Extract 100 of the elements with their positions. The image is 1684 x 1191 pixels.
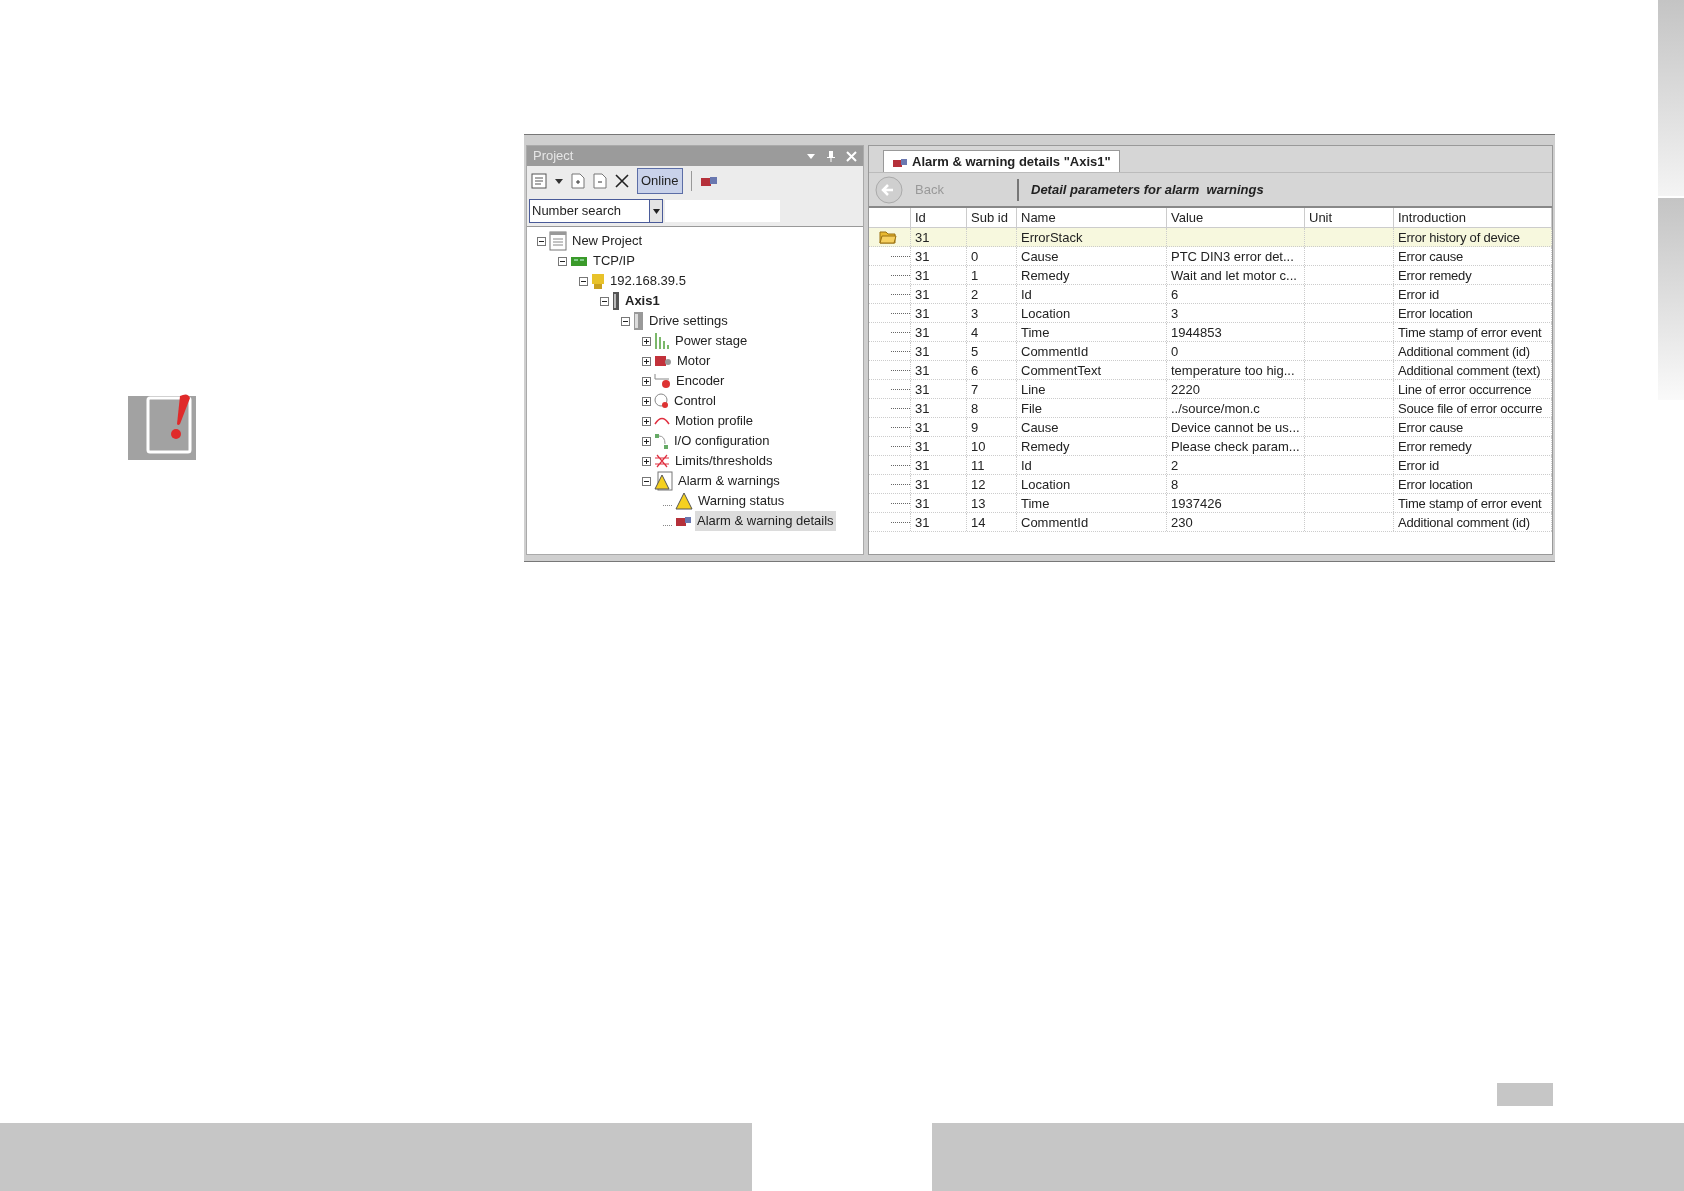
- tree-item[interactable]: Alarm & warning details: [695, 511, 836, 531]
- table-row[interactable]: 31 1 Remedy Wait and let motor c... Error remedy: [869, 266, 1552, 285]
- bar-graph-icon: [654, 332, 670, 350]
- panel-title: Project: [533, 147, 575, 166]
- table-row[interactable]: 31 2 Id 6 Error id: [869, 285, 1552, 304]
- collapse-icon[interactable]: [621, 316, 630, 326]
- remove-document-icon[interactable]: [593, 173, 607, 189]
- table-cell: Additional comment (text): [1394, 361, 1552, 379]
- drive-unit-icon: [612, 291, 620, 311]
- table-cell: 1: [967, 266, 1017, 284]
- table-cell: 31: [911, 304, 967, 322]
- tree-item[interactable]: New Project: [570, 231, 645, 251]
- collapse-icon[interactable]: [558, 256, 567, 266]
- table-row[interactable]: 31 8 File ../source/mon.c Souce file of error occurre: [869, 399, 1552, 418]
- folder-icon[interactable]: [879, 230, 897, 244]
- table-cell: Id: [1017, 456, 1167, 474]
- table-cell: temperature too hig...: [1167, 361, 1305, 379]
- table-cell: 9: [967, 418, 1017, 436]
- tree-item[interactable]: Motion profile: [673, 411, 756, 431]
- caret-icon[interactable]: [652, 208, 660, 214]
- caret-icon[interactable]: [555, 177, 563, 185]
- expand-icon[interactable]: [642, 376, 651, 386]
- tree-item[interactable]: TCP/IP: [591, 251, 637, 271]
- column-header[interactable]: Id: [911, 208, 967, 227]
- expand-icon[interactable]: [642, 456, 651, 466]
- table-row[interactable]: 31 3 Location 3 Error location: [869, 304, 1552, 323]
- column-header[interactable]: Value: [1167, 208, 1305, 227]
- table-cell: Error location: [1394, 304, 1552, 322]
- tree-item[interactable]: I/O configuration: [672, 431, 772, 451]
- table-cell: Location: [1017, 475, 1167, 493]
- collapse-icon[interactable]: [642, 476, 651, 486]
- table-row[interactable]: 31 0 Cause PTC DIN3 error det... Error cause: [869, 247, 1552, 266]
- table-cell: 31: [911, 380, 967, 398]
- column-header[interactable]: Sub id: [967, 208, 1017, 227]
- device-icon[interactable]: [699, 175, 718, 187]
- column-header[interactable]: Unit: [1305, 208, 1394, 227]
- table-row[interactable]: 31 12 Location 8 Error location: [869, 475, 1552, 494]
- tree-item[interactable]: Alarm & warnings: [676, 471, 782, 491]
- table-row[interactable]: 31 11 Id 2 Error id: [869, 456, 1552, 475]
- tree-item[interactable]: Warning status: [696, 491, 787, 511]
- table-cell: Additional comment (id): [1394, 342, 1552, 360]
- collapse-icon[interactable]: [537, 236, 546, 246]
- online-button[interactable]: Online: [637, 168, 683, 194]
- tree-item[interactable]: Encoder: [674, 371, 727, 391]
- table-row[interactable]: 31 5 CommentId 0 Additional comment (id): [869, 342, 1552, 361]
- table-cell: Error history of device: [1394, 228, 1552, 246]
- column-header[interactable]: Introduction: [1394, 208, 1552, 227]
- table-cell: 31: [911, 513, 967, 531]
- add-document-icon[interactable]: [571, 173, 585, 189]
- table-row[interactable]: 31 14 CommentId 230 Additional comment (id): [869, 513, 1552, 532]
- document-tab[interactable]: Alarm & warning details "Axis1": [883, 150, 1120, 172]
- table-cell: Line of error occurrence: [1394, 380, 1552, 398]
- table-cell: 31: [911, 494, 967, 512]
- warning-icon: [654, 471, 673, 491]
- collapse-icon[interactable]: [579, 276, 588, 286]
- tree-item[interactable]: Limits/thresholds: [673, 451, 775, 471]
- table-cell: 3: [1167, 304, 1305, 322]
- table-row[interactable]: 31 10 Remedy Please check param... Error remedy: [869, 437, 1552, 456]
- collapse-icon[interactable]: [600, 296, 609, 306]
- table-cell: Souce file of error occurre: [1394, 399, 1552, 417]
- expand-icon[interactable]: [642, 336, 651, 346]
- dropdown-icon[interactable]: [806, 151, 816, 161]
- expand-icon[interactable]: [642, 416, 651, 426]
- table-cell: Error id: [1394, 456, 1552, 474]
- tree-item[interactable]: Axis1: [623, 291, 662, 311]
- gauge-icon: [654, 393, 669, 409]
- search-field[interactable]: Number search: [529, 199, 663, 223]
- delete-icon[interactable]: [615, 174, 629, 188]
- table-row[interactable]: 31 13 Time 1937426 Time stamp of error event: [869, 494, 1552, 513]
- table-cell: 0: [967, 247, 1017, 265]
- tree-item[interactable]: Control: [672, 391, 718, 411]
- table-cell: 6: [1167, 285, 1305, 303]
- table-cell: Time stamp of error event: [1394, 323, 1552, 341]
- table-row[interactable]: 31 6 CommentText temperature too hig... Additional comment (text): [869, 361, 1552, 380]
- pin-icon[interactable]: [826, 150, 836, 162]
- close-icon[interactable]: [846, 150, 857, 162]
- table-cell: Please check param...: [1167, 437, 1305, 455]
- computer-icon: [591, 272, 605, 290]
- table-row[interactable]: 31 7 Line 2220 Line of error occurrence: [869, 380, 1552, 399]
- expand-icon[interactable]: [642, 356, 651, 366]
- table-cell: CommentText: [1017, 361, 1167, 379]
- table-row[interactable]: 31 4 Time 1944853 Time stamp of error event: [869, 323, 1552, 342]
- table-cell: ../source/mon.c: [1167, 399, 1305, 417]
- column-header[interactable]: Name: [1017, 208, 1167, 227]
- table-row[interactable]: 31 9 Cause Device cannot be us... Error cause: [869, 418, 1552, 437]
- expand-icon[interactable]: [642, 396, 651, 406]
- table-cell: 31: [911, 456, 967, 474]
- tree-item[interactable]: Drive settings: [647, 311, 730, 331]
- curve-icon: [654, 416, 670, 426]
- tree-item[interactable]: Motor: [675, 351, 713, 371]
- table-cell: Id: [1017, 285, 1167, 303]
- table-cell: 2: [1167, 456, 1305, 474]
- table-cell: Error id: [1394, 285, 1552, 303]
- expand-icon[interactable]: [642, 436, 651, 446]
- tree-item[interactable]: Power stage: [673, 331, 750, 351]
- list-icon[interactable]: [531, 173, 547, 189]
- table-row[interactable]: 31 ErrorStack Error history of device: [869, 228, 1552, 247]
- table-cell: Wait and let motor c...: [1167, 266, 1305, 284]
- tree-item[interactable]: 192.168.39.5: [608, 271, 688, 291]
- table-cell: 12: [967, 475, 1017, 493]
